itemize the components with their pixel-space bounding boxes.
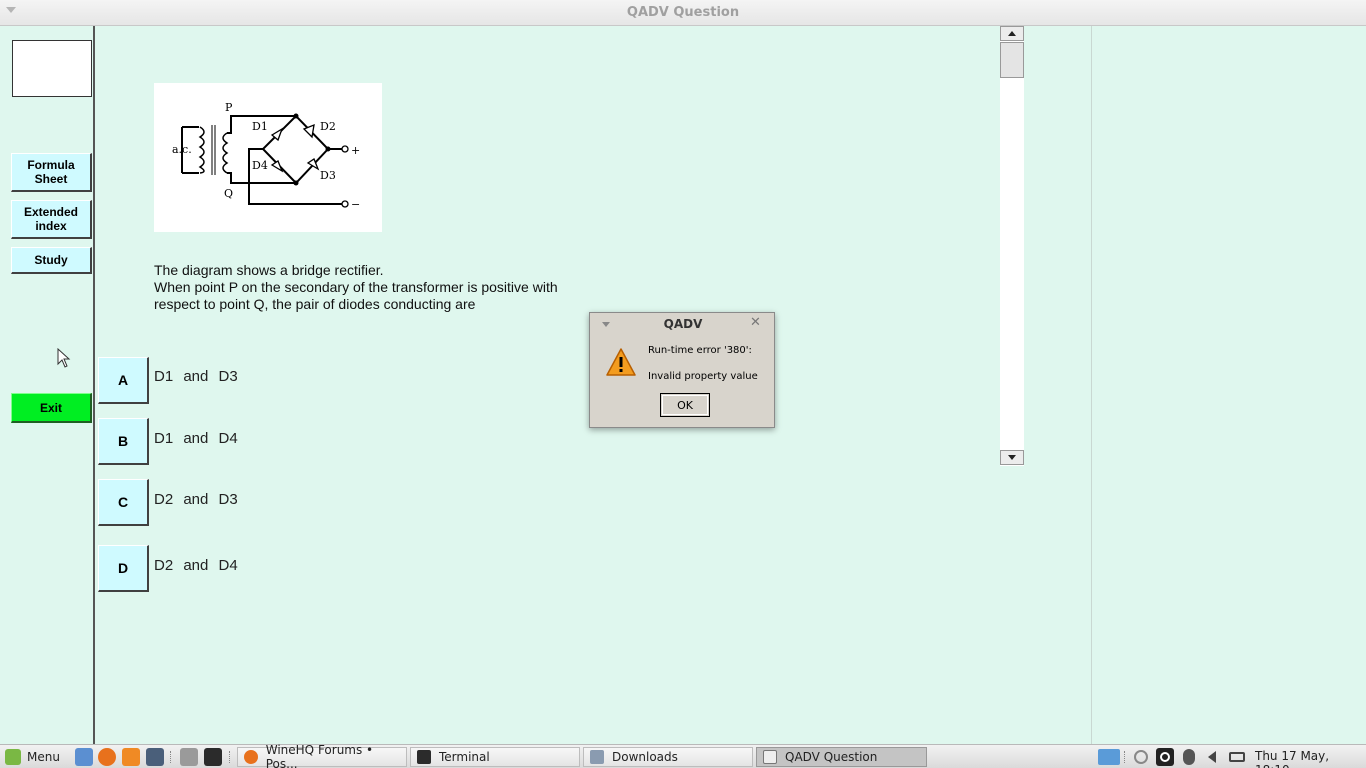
mouse-pointer-icon [57,348,71,368]
menu-label: Menu [27,750,60,764]
dialog-close-button[interactable]: ✕ [750,315,761,330]
window-label: WineHQ Forums • Pos... [265,743,374,768]
option-b-button[interactable]: B [98,418,149,465]
option-d-text: D2 and D4 [154,557,238,574]
option-c-button[interactable]: C [98,479,149,526]
files-icon [180,748,198,766]
question-line-3: respect to point Q, the pair of diodes c… [154,296,476,312]
quicklaunch-show-desktop[interactable] [75,747,93,767]
arrow-up-icon [1008,31,1016,36]
option-b-text: D1 and D4 [154,430,238,447]
folder-icon [590,750,604,764]
blank-box [12,40,92,97]
taskbar-window-terminal[interactable]: Terminal [410,747,580,767]
label-minus: − [351,198,360,211]
battery-tray-icon[interactable] [1228,748,1246,766]
label-q: Q [224,187,233,200]
vertical-scrollbar[interactable] [1000,26,1024,466]
clock[interactable]: Thu 17 May, 18:10 [1255,749,1366,768]
terminal-icon [204,748,222,766]
quicklaunch-screen[interactable] [146,747,164,767]
network-tray-icon[interactable] [1156,748,1174,766]
label-d1: D1 [252,120,268,133]
question-line-2: When point P on the secondary of the tra… [154,279,558,295]
quicklaunch-terminal[interactable] [204,747,222,767]
dialog-title: QADV [663,317,703,331]
window-label: Terminal [439,750,490,764]
mint-logo-icon [5,749,21,765]
scroll-down-button[interactable] [1000,450,1024,465]
tray-separator [1124,751,1126,763]
window-icon [763,750,777,764]
taskbar-window-downloads[interactable]: Downloads [583,747,753,767]
window-title: QADV Question [626,5,740,20]
error-message-text: Invalid property value [648,371,758,382]
taskbar: Menu WineHQ Forums • Pos... Terminal Dow… [0,743,1366,768]
label-d4: D4 [252,159,268,172]
label-d3: D3 [320,169,336,182]
firefox-icon [244,750,258,764]
error-message-code: Run-time error '380': [648,345,752,356]
scroll-thumb[interactable] [1000,42,1024,78]
window-label: QADV Question [785,750,878,764]
option-c-text: D2 and D3 [154,491,238,508]
scroll-up-button[interactable] [1000,26,1024,41]
study-button[interactable]: Study [11,247,92,274]
right-pane [1091,26,1366,744]
error-dialog: QADV ✕ Run-time error '380': Invalid pro… [589,312,775,428]
warning-icon [606,348,636,376]
exit-button[interactable]: Exit [11,393,92,423]
question-text: The diagram shows a bridge rectifier. Wh… [154,262,624,313]
rss-icon [122,748,140,766]
window-label: Downloads [612,750,678,764]
left-panel: Formula Sheet Extended index Study Exit [0,26,95,744]
bluetooth-tray-icon[interactable] [1180,748,1198,766]
volume-tray-icon[interactable] [1203,748,1221,766]
label-plus: + [351,144,360,157]
question-line-1: The diagram shows a bridge rectifier. [154,262,384,278]
option-a-button[interactable]: A [98,357,149,404]
quicklaunch-files[interactable] [180,747,198,767]
window-titlebar: QADV Question [0,0,1366,26]
formula-sheet-button[interactable]: Formula Sheet [11,153,92,192]
label-p: P [225,101,233,114]
taskbar-window-winehq[interactable]: WineHQ Forums • Pos... [237,743,407,768]
label-d2: D2 [320,120,336,133]
bridge-rectifier-diagram: P Q a.c. D1 D2 D3 D4 + − [154,83,382,232]
file-manager-tray-icon[interactable] [1097,748,1121,766]
start-menu-button[interactable]: Menu [5,747,60,767]
taskbar-separator [229,751,231,763]
desktop-icon [75,748,93,766]
ok-button[interactable]: OK [660,393,710,417]
monitor-icon [146,748,164,766]
extended-index-button[interactable]: Extended index [11,200,92,239]
label-ac: a.c. [172,143,192,156]
option-a-text: D1 and D3 [154,368,238,385]
firefox-icon [98,748,116,766]
terminal-icon [417,750,431,764]
option-d-button[interactable]: D [98,545,149,592]
taskbar-window-qadv[interactable]: QADV Question [756,747,927,767]
quicklaunch-firefox[interactable] [98,747,116,767]
update-tray-icon[interactable] [1132,748,1150,766]
taskbar-separator [170,751,172,763]
arrow-down-icon [1008,455,1016,460]
quicklaunch-rss[interactable] [122,747,140,767]
